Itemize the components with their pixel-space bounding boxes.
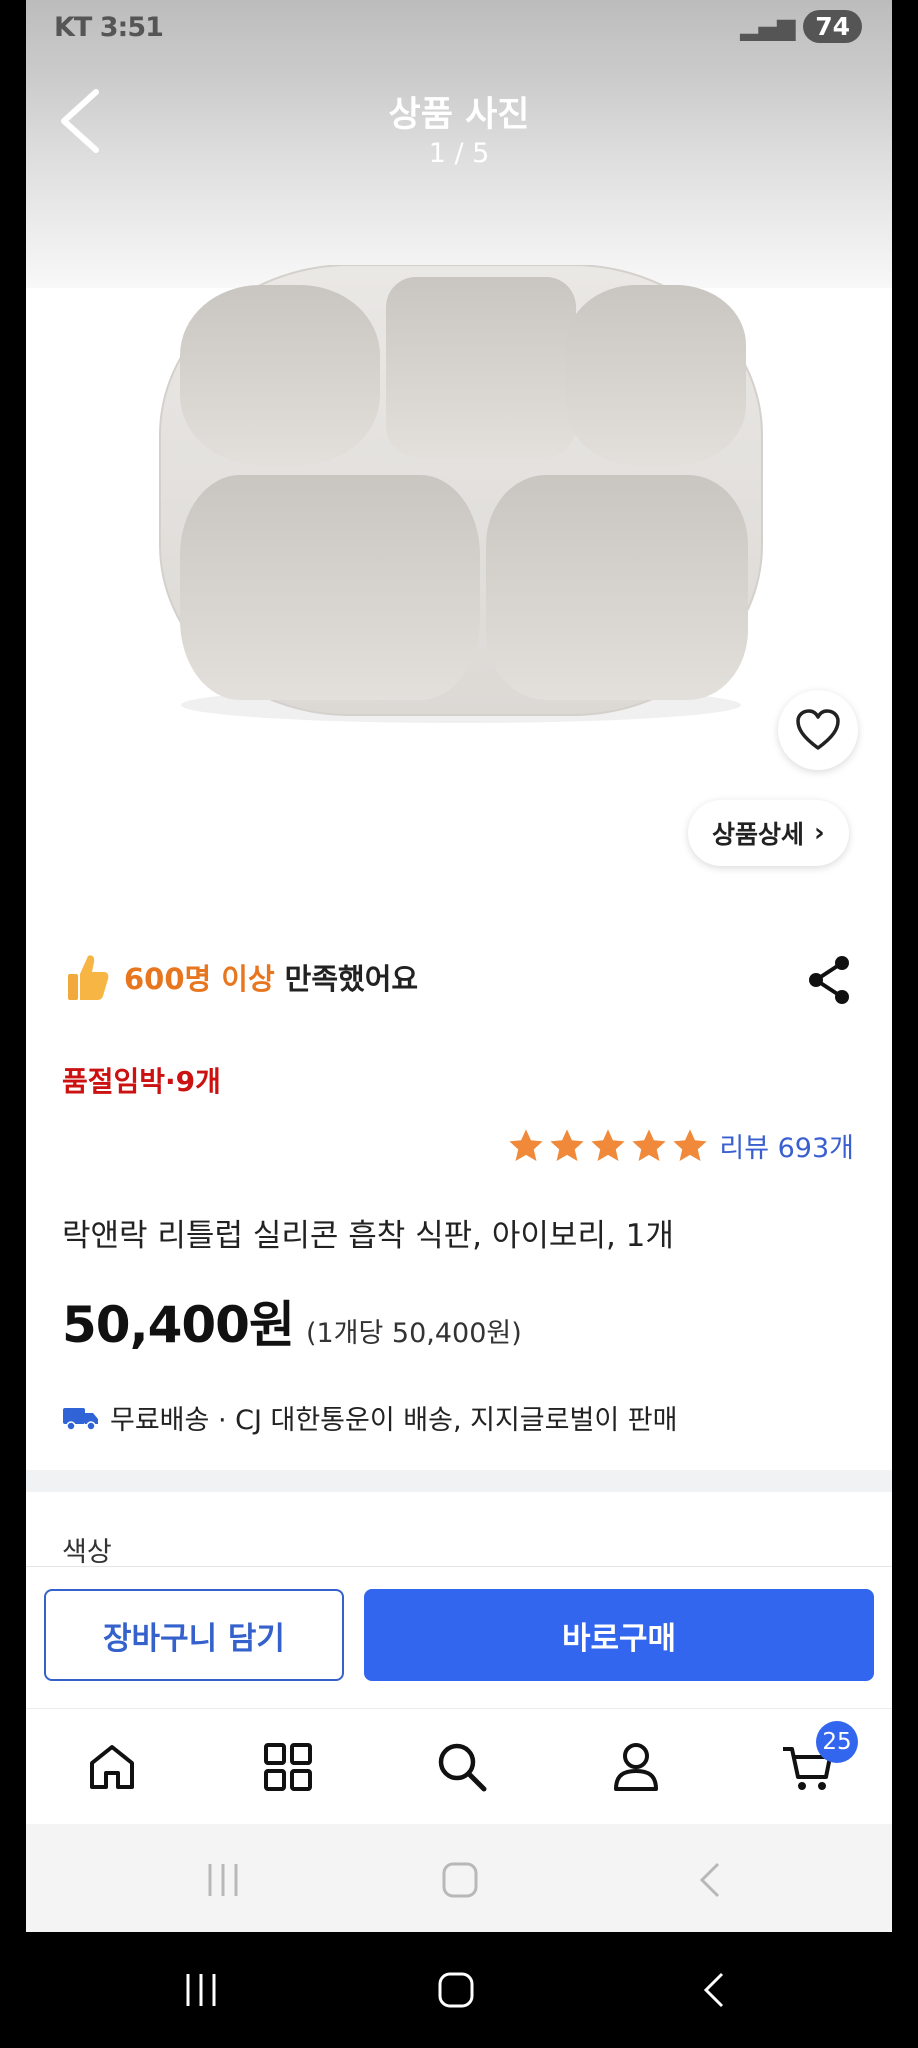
truck-icon: [63, 1407, 98, 1431]
stock-notice: 품절임박·9개: [62, 1065, 221, 1098]
device-navigation-bar: [0, 1932, 918, 2048]
purchase-action-bar: 장바구니 담기 바로구매: [26, 1566, 892, 1707]
battery-indicator: 74: [803, 10, 862, 43]
detail-button-label: 상품상세: [712, 820, 805, 849]
buy-now-button[interactable]: 바로구매: [364, 1589, 874, 1681]
status-icons: ▂▄▆ 74: [740, 10, 862, 43]
satisfaction-count: 600명 이상: [124, 962, 275, 996]
star-icon: [509, 1128, 543, 1161]
back-nav-icon[interactable]: [700, 1970, 730, 2010]
product-detail-button[interactable]: 상품상세 ›: [688, 800, 849, 866]
price-row: 50,400원 (1개당 50,400원): [62, 1285, 522, 1357]
share-icon[interactable]: [806, 955, 854, 1005]
category-icon[interactable]: [260, 1739, 316, 1795]
home-icon[interactable]: [84, 1739, 140, 1795]
section-divider: [26, 1470, 892, 1492]
delivery-text: 무료배송 · CJ 대한통운이 배송, 지지글로벌이 판매: [110, 1405, 678, 1436]
home-nav-icon[interactable]: [436, 1970, 476, 2010]
recent-apps-icon[interactable]: [180, 1970, 222, 2010]
status-time: KT 3:51: [54, 12, 164, 43]
star-icon: [550, 1128, 584, 1161]
review-count-link[interactable]: 리뷰 693개: [719, 1126, 854, 1165]
product-photo[interactable]: [136, 265, 786, 727]
thumbs-up-icon: [68, 955, 109, 1000]
bottom-tab-bar: 25: [26, 1708, 892, 1825]
back-nav-icon[interactable]: [696, 1860, 726, 1900]
signal-icon: ▂▄▆: [740, 13, 804, 41]
chevron-right-icon: ›: [814, 818, 825, 848]
star-icon: [632, 1128, 666, 1161]
search-icon[interactable]: [434, 1739, 490, 1795]
status-bar: KT 3:51 ▂▄▆ 74: [26, 0, 892, 58]
satisfaction-banner: 600명 이상 만족했어요: [66, 952, 418, 1002]
app-screen: KT 3:51 ▂▄▆ 74 상품 사진 1 / 5 상품상세 › 600명 이…: [26, 0, 892, 1932]
unit-price: (1개당 50,400원): [305, 1318, 522, 1349]
product-name: 락앤락 리틀럽 실리콘 흡착 식판, 아이보리, 1개: [62, 1218, 674, 1254]
add-to-cart-button[interactable]: 장바구니 담기: [44, 1589, 344, 1681]
system-navigation-bar: [26, 1824, 892, 1932]
image-viewer-header: 상품 사진 1 / 5: [26, 58, 892, 288]
user-icon[interactable]: [608, 1739, 664, 1795]
rating-summary[interactable]: 리뷰 693개: [504, 1126, 854, 1165]
heart-icon: [796, 709, 840, 750]
cart-count-badge: 25: [816, 1721, 858, 1763]
product-price: 50,400원: [62, 1296, 295, 1354]
recent-apps-icon[interactable]: [202, 1860, 244, 1900]
wishlist-button[interactable]: [778, 690, 858, 770]
home-nav-icon[interactable]: [440, 1860, 480, 1900]
option-label: 색상: [62, 1537, 112, 1568]
delivery-info: 무료배송 · CJ 대한통운이 배송, 지지글로벌이 판매: [62, 1398, 677, 1437]
image-counter: 1 / 5: [428, 138, 490, 169]
satisfaction-text: 만족했어요: [284, 962, 419, 996]
star-icon: [673, 1128, 707, 1161]
star-icon: [591, 1128, 625, 1161]
page-title: 상품 사진: [388, 95, 530, 135]
